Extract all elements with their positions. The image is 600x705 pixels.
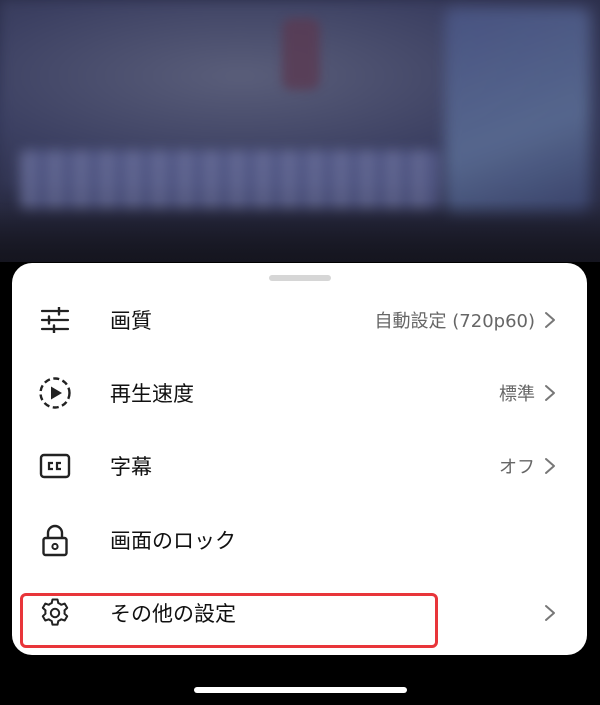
menu-item-label: その他の設定	[110, 602, 236, 626]
lock-icon	[38, 523, 72, 557]
menu-item-captions[interactable]: 字幕 オフ	[12, 431, 587, 501]
chevron-right-icon	[545, 312, 555, 328]
gear-icon	[38, 596, 72, 630]
menu-item-value: 自動設定 (720p60)	[374, 311, 535, 332]
menu-item-lock-screen[interactable]: 画面のロック	[12, 505, 587, 575]
home-indicator[interactable]	[194, 687, 407, 693]
cc-icon	[38, 449, 72, 483]
playback-speed-icon	[38, 376, 72, 410]
menu-item-label: 字幕	[110, 455, 152, 479]
menu-item-playback-speed[interactable]: 再生速度 標準	[12, 358, 587, 428]
menu-item-other-settings[interactable]: その他の設定	[12, 578, 587, 648]
sheet-drag-handle[interactable]	[269, 275, 331, 281]
video-shade	[0, 200, 600, 262]
chevron-right-icon	[545, 605, 555, 621]
sliders-icon	[38, 303, 72, 337]
menu-item-label: 画質	[110, 309, 152, 333]
chevron-right-icon	[545, 458, 555, 474]
settings-bottom-sheet: 画質 自動設定 (720p60) 再生速度 標準 字幕 オフ 画面のロック その…	[12, 263, 587, 655]
video-player-background	[0, 0, 600, 262]
menu-item-label: 再生速度	[110, 382, 194, 406]
chevron-right-icon	[545, 385, 555, 401]
menu-item-value: 標準	[499, 384, 535, 405]
menu-item-label: 画面のロック	[110, 529, 236, 553]
video-figure	[282, 18, 320, 90]
menu-item-value: オフ	[499, 457, 535, 478]
menu-item-quality[interactable]: 画質 自動設定 (720p60)	[12, 285, 587, 355]
video-side-panel	[445, 8, 590, 213]
